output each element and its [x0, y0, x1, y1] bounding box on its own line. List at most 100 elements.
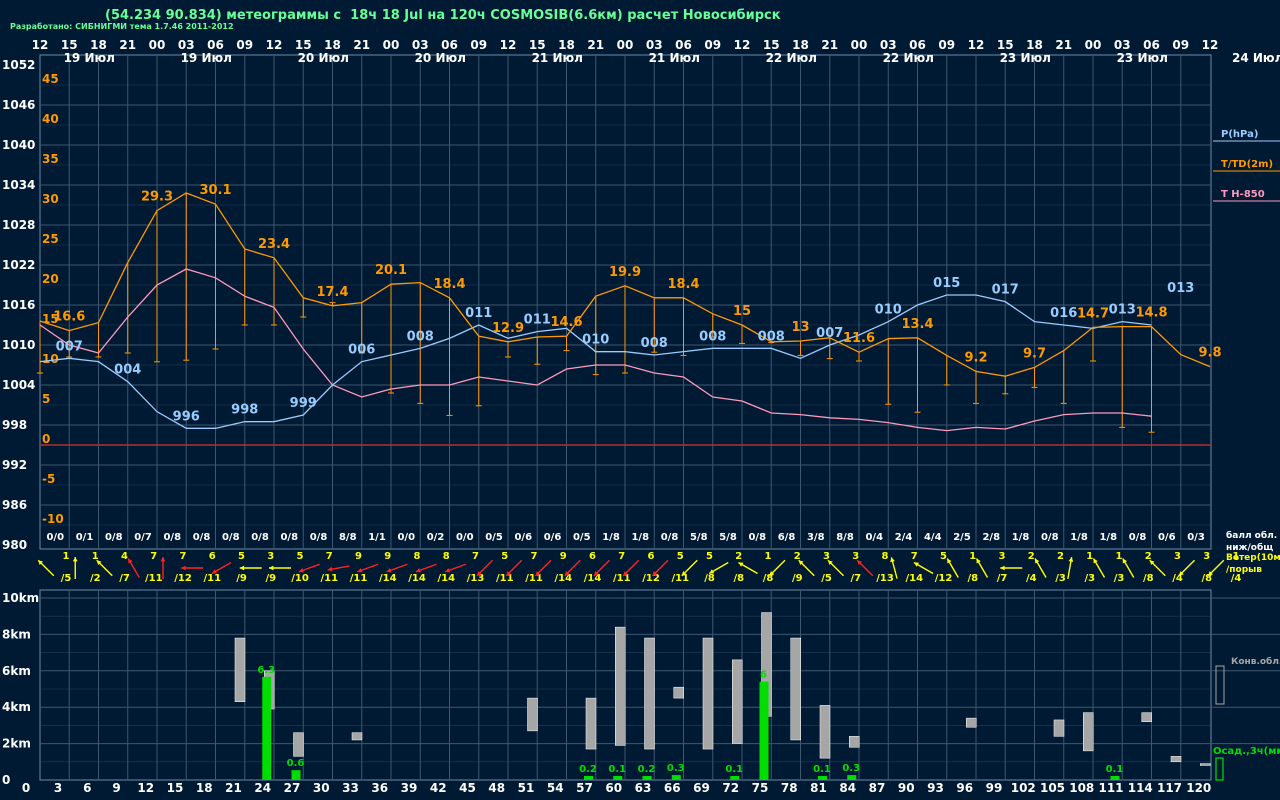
pressure-data-label: 008 [699, 329, 726, 344]
wind-gust-label: /3 [1114, 573, 1125, 584]
lead-hour-label: 48 [488, 781, 505, 795]
hour-tick-label: 12 [32, 38, 49, 52]
height-tick-label: 2km [2, 737, 31, 751]
convective-cloud-bar [1053, 719, 1065, 737]
hour-tick-label: 06 [441, 38, 458, 52]
pressure-tick-label: 980 [2, 538, 27, 552]
precipitation-value-label: 0.3 [842, 763, 860, 774]
precip-legend-symbol [1215, 757, 1224, 781]
lead-hour-label: 6 [83, 781, 91, 795]
hour-tick-label: 15 [61, 38, 78, 52]
precipitation-value-label: 0.2 [579, 764, 597, 775]
date-label: 20 Июл [298, 51, 349, 65]
wind-speed-label: 7 [326, 551, 333, 562]
pressure-tick-label: 986 [2, 498, 27, 512]
wind-arrow-head [1000, 565, 1005, 571]
temperature-tick-label: -10 [42, 512, 64, 526]
lead-hour-label: 111 [1098, 781, 1123, 795]
convective-cloud-bar [1200, 763, 1211, 766]
wind-arrow-head [239, 565, 245, 571]
hour-tick-label: 09 [470, 38, 487, 52]
wind-gust-label: /14 [437, 573, 455, 584]
lead-hour-label: 93 [927, 781, 944, 795]
lead-hour-label: 72 [722, 781, 739, 795]
hour-tick-label: 06 [207, 38, 224, 52]
cloud-cover-label: 0/8 [280, 532, 298, 543]
height-tick-label: 8km [2, 627, 31, 641]
hour-tick-label: 03 [178, 38, 195, 52]
lead-hour-label: 3 [54, 781, 62, 795]
wind-gust-label: /11 [350, 573, 368, 584]
convective-cloud-bar [351, 732, 363, 741]
wind-speed-label: 7 [531, 551, 538, 562]
convective-cloud-bar [644, 637, 655, 750]
temperature-data-label: 15 [733, 304, 751, 319]
temperature-data-label: 9.7 [1023, 346, 1046, 361]
pressure-data-label: 008 [758, 329, 785, 344]
lead-hour-label: 114 [1128, 781, 1153, 795]
precipitation-value-label: 0.1 [725, 764, 743, 775]
temperature-data-label: 11.6 [843, 331, 875, 346]
wind-gust-label: /3 [1084, 573, 1095, 584]
cloud-cover-label: 0/0 [46, 532, 64, 543]
lead-hour-label: 12 [137, 781, 154, 795]
cloud-cover-label: 0/8 [222, 532, 240, 543]
cloud-cover-label: 0/2 [427, 532, 445, 543]
precipitation-bar [613, 776, 623, 780]
temperature-data-label: 29.3 [141, 190, 173, 205]
wind-speed-label: 5 [297, 551, 304, 562]
legend-pressure-label: P(hPa) [1221, 129, 1258, 140]
lead-hour-label: 90 [898, 781, 915, 795]
precipitation-value-label: 6 [760, 670, 767, 681]
temperature-data-label: 13.4 [901, 317, 933, 332]
wind-speed-label: 7 [180, 551, 187, 562]
cloud-cover-label: 2/4 [895, 532, 913, 543]
precipitation-value-label: 0.1 [1106, 764, 1124, 775]
wind-gust-label: /14 [554, 573, 572, 584]
wind-speed-label: 5 [940, 551, 947, 562]
hour-tick-label: 12 [1202, 38, 1219, 52]
cloud-cover-label: 1/8 [631, 532, 649, 543]
wind-speed-label: 2 [1057, 551, 1064, 562]
hour-tick-label: 12 [734, 38, 751, 52]
hour-tick-label: 09 [1172, 38, 1189, 52]
wind-speed-label: 8 [443, 551, 450, 562]
legend-t850-label: T H-850 [1221, 189, 1265, 200]
pressure-tick-label: 1028 [2, 218, 35, 232]
conv-legend-symbol [1215, 665, 1225, 705]
cloud-cover-label: 0/8 [1129, 532, 1147, 543]
temperature-data-label: 20.1 [375, 263, 407, 278]
date-label-right: 24 Июл [1232, 51, 1280, 65]
temperature-tick-label: 35 [42, 152, 59, 166]
pressure-data-label: 008 [641, 336, 668, 351]
precip-legend: Осад.,3ч(мм) [1213, 746, 1280, 757]
cloud-cover-label: 0/6 [544, 532, 562, 543]
lead-hour-label: 78 [781, 781, 798, 795]
temperature-tick-label: 0 [42, 432, 50, 446]
wind-gust-label: /8 [704, 573, 715, 584]
hour-tick-label: 06 [1143, 38, 1160, 52]
hour-tick-label: 09 [236, 38, 253, 52]
wind-gust-label: /7 [997, 573, 1008, 584]
wind-speed-label: 6 [209, 551, 216, 562]
pressure-tick-label: 1010 [2, 338, 35, 352]
wind-gust-label: /5 [61, 573, 72, 584]
wind-speed-label: 1 [765, 551, 772, 562]
wind-speed-label: 6 [648, 551, 655, 562]
height-tick-label: 6km [2, 664, 31, 678]
cloud-cover-label: 0/8 [193, 532, 211, 543]
temperature-tick-label: 25 [42, 232, 59, 246]
wind-speed-label: 1 [1086, 551, 1093, 562]
wind-speed-label: 5 [706, 551, 713, 562]
lead-hour-label: 81 [810, 781, 827, 795]
temperature-tick-label: 40 [42, 112, 59, 126]
wind-gust-label: /4 [1026, 573, 1037, 584]
wind-gust-label: /9 [236, 573, 247, 584]
wind-gust-label: /11 [496, 573, 514, 584]
cloud-cover-label: 0/8 [105, 532, 123, 543]
wind-gust-label: /11 [671, 573, 689, 584]
meteogram-chart: 12 15 18 21 00 03 06 09 12 15 18 21 00 03 06 09 12 15 18 21… [2, 38, 1280, 795]
precipitation-value-label: 0.1 [813, 764, 831, 775]
wind-speed-label: 3 [1174, 551, 1181, 562]
wind-speed-label: 2 [735, 551, 742, 562]
